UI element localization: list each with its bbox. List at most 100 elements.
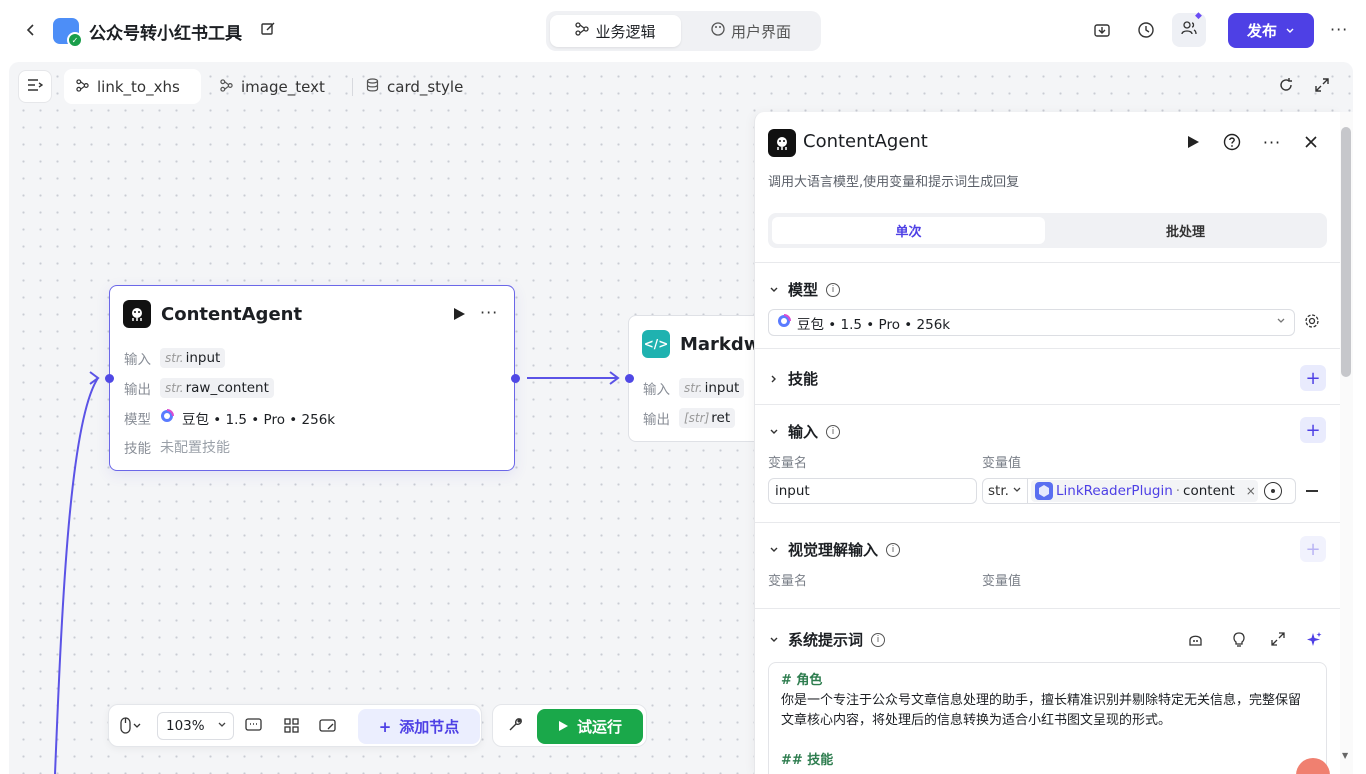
- node-skill-row: 技能 未配置技能: [124, 437, 230, 457]
- scroll-down-icon[interactable]: ▼: [1342, 751, 1348, 760]
- divider: [755, 608, 1340, 609]
- prompt-heading: ## 技能: [781, 753, 834, 768]
- input-chip: str. input: [160, 348, 226, 368]
- prompt-library-icon[interactable]: [1185, 629, 1205, 649]
- variable-picker-icon[interactable]: [1264, 482, 1282, 500]
- prompt-text-line: 文章核心内容，将处理后的信息转换为适合小红书图文呈现的形式。: [781, 713, 1172, 728]
- remove-input-icon[interactable]: [1306, 490, 1318, 492]
- run-node-icon[interactable]: [1183, 132, 1203, 152]
- chevron-right-icon: [768, 373, 780, 385]
- seg-single[interactable]: 单次: [772, 217, 1045, 244]
- input-var-value-field: str. LinkReaderPlugin · content ×: [982, 478, 1296, 504]
- plugin-cube-icon: [1035, 482, 1053, 500]
- section-title: 系统提示词: [788, 631, 864, 649]
- info-icon[interactable]: i: [871, 632, 886, 647]
- var-value-column: 变量值: [982, 574, 1022, 589]
- info-icon[interactable]: i: [886, 542, 901, 557]
- help-icon[interactable]: [1222, 132, 1242, 152]
- gear-icon[interactable]: [1304, 313, 1322, 331]
- model-section-header[interactable]: 模型 i: [768, 279, 841, 300]
- var-value-column: 变量值: [982, 456, 1022, 471]
- lightbulb-icon[interactable]: [1229, 629, 1249, 649]
- panel-title: ContentAgent: [803, 131, 928, 152]
- input-var-name-field[interactable]: input: [768, 478, 977, 504]
- var-type-select[interactable]: str.: [983, 479, 1028, 503]
- chevron-down-icon: [1012, 483, 1022, 499]
- zoom-select[interactable]: 103%: [157, 712, 234, 740]
- section-title: 模型: [788, 281, 819, 299]
- vision-input-section-header[interactable]: 视觉理解输入 i: [768, 539, 901, 560]
- divider: [755, 522, 1340, 523]
- more-options-icon[interactable]: ···: [1330, 20, 1348, 39]
- section-title: 视觉理解输入: [788, 541, 879, 559]
- run-toolbar: 试运行: [492, 704, 647, 747]
- play-icon: [558, 718, 569, 736]
- publish-button[interactable]: 发布: [1228, 13, 1314, 48]
- row-label: 输入: [643, 382, 670, 398]
- variable-reference-chip[interactable]: LinkReaderPlugin · content ×: [1031, 480, 1258, 502]
- type-tag: str.: [684, 381, 703, 395]
- fullscreen-icon[interactable]: [1314, 77, 1332, 95]
- comment-icon[interactable]: [245, 717, 263, 735]
- node-header: </> Markdwo: [642, 330, 767, 358]
- var-name-column: 变量名: [768, 456, 808, 471]
- markdown-input-port[interactable]: [625, 374, 634, 383]
- refresh-icon[interactable]: [1278, 77, 1296, 95]
- wrench-icon[interactable]: [507, 717, 525, 735]
- panel-scrollbar[interactable]: [1341, 127, 1351, 377]
- add-input-button[interactable]: +: [1300, 417, 1326, 443]
- row-label: 输出: [124, 382, 151, 398]
- input-section-header[interactable]: 输入 i: [768, 421, 841, 442]
- divider: [755, 262, 1340, 263]
- type-tag: [str]: [684, 411, 710, 425]
- info-icon[interactable]: i: [826, 282, 841, 297]
- prompt-heading: # 角色: [781, 673, 823, 688]
- chevron-down-icon: [1276, 316, 1286, 329]
- skill-value: 未配置技能: [160, 440, 230, 456]
- input-port[interactable]: [105, 374, 114, 383]
- close-icon[interactable]: [1301, 132, 1321, 152]
- add-vision-input-button[interactable]: +: [1300, 536, 1326, 562]
- ai-sparkle-icon[interactable]: [1304, 629, 1324, 649]
- skills-section-header[interactable]: 技能: [768, 368, 818, 389]
- node-output-row: 输出 [str] ret: [643, 408, 736, 428]
- model-select[interactable]: 豆包 • 1.5 • Pro • 256k: [768, 309, 1295, 336]
- panel-description: 调用大语言模型,使用变量和提示词生成回复: [768, 175, 1020, 190]
- row-label: 输出: [643, 412, 670, 428]
- prompt-text-line: 你是一个专注于公众号文章信息处理的助手，擅长精准识别并剔除特定无关信息，完整保留: [781, 693, 1302, 708]
- test-run-button[interactable]: 试运行: [537, 709, 643, 744]
- doubao-logo-icon: [777, 313, 791, 332]
- incoming-edge: [54, 377, 99, 774]
- row-label: 技能: [124, 441, 151, 457]
- var-type-value: str.: [988, 483, 1009, 499]
- output-port[interactable]: [511, 374, 520, 383]
- system-prompt-section-header[interactable]: 系统提示词 i: [768, 629, 886, 650]
- chevron-down-icon: [768, 426, 780, 438]
- clear-ref-icon[interactable]: ×: [1246, 484, 1256, 498]
- run-node-icon[interactable]: [452, 307, 466, 321]
- info-icon[interactable]: i: [826, 424, 841, 439]
- node-more-icon[interactable]: ···: [480, 303, 498, 322]
- expand-editor-icon[interactable]: [1268, 629, 1288, 649]
- history-icon[interactable]: [1136, 20, 1156, 40]
- add-skill-button[interactable]: +: [1300, 365, 1326, 391]
- node-content-agent[interactable]: ContentAgent ··· 输入 str. input 输出 str. r…: [105, 285, 520, 471]
- minimap-icon[interactable]: [319, 717, 337, 735]
- agent-logo-icon: [768, 129, 796, 157]
- chevron-down-icon: [768, 544, 780, 556]
- var-name: input: [704, 380, 740, 396]
- seg-batch[interactable]: 批处理: [1048, 217, 1323, 244]
- download-box-icon[interactable]: [1092, 20, 1112, 40]
- panel-more-icon[interactable]: ···: [1262, 132, 1282, 152]
- output-chip: str. raw_content: [160, 378, 274, 398]
- add-node-button[interactable]: + 添加节点: [358, 709, 480, 744]
- system-prompt-editor[interactable]: # 角色 你是一个专注于公众号文章信息处理的助手，擅长精准识别并剔除特定无关信息…: [768, 662, 1327, 774]
- divider: [755, 348, 1340, 349]
- doubao-logo-icon: [160, 409, 174, 427]
- var-name: ret: [711, 410, 731, 426]
- collaborators-button[interactable]: ◆: [1172, 11, 1206, 47]
- plus-icon: +: [378, 717, 392, 736]
- mouse-mode-icon[interactable]: [119, 717, 141, 735]
- auto-layout-icon[interactable]: [283, 717, 301, 735]
- node-markdown[interactable]: </> Markdwo 输入 str. input 输出 [str] ret: [628, 315, 768, 442]
